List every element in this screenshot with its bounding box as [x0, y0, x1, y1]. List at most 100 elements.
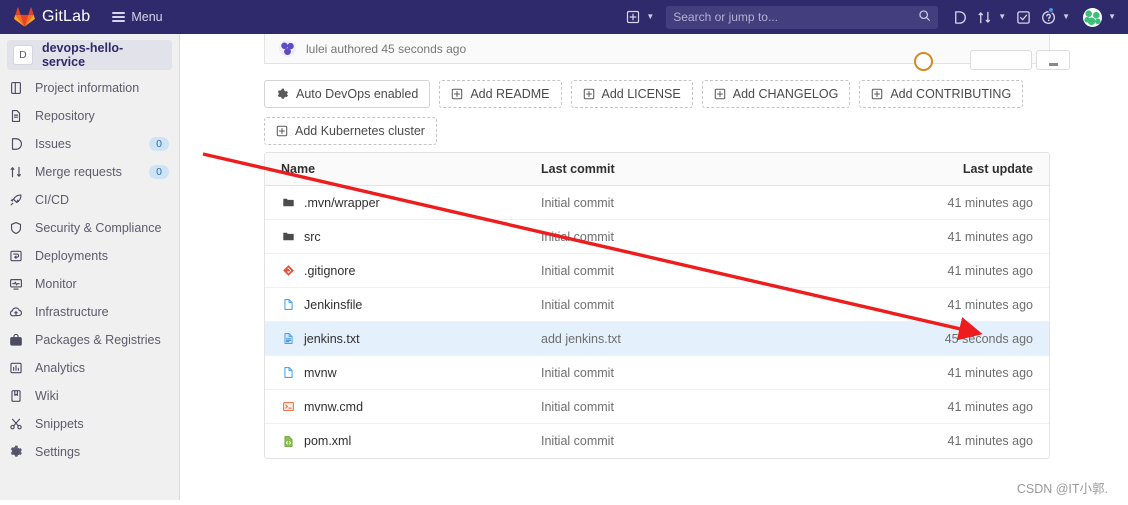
file-name-cell[interactable]: mvnw — [265, 366, 541, 380]
add-kubernetes-cluster-button[interactable]: Add Kubernetes cluster — [264, 117, 437, 145]
sidebar-label: Repository — [35, 109, 95, 123]
sidebar-item-infrastructure[interactable]: Infrastructure — [0, 298, 179, 326]
add-changelog-button[interactable]: Add CHANGELOG — [701, 80, 851, 108]
last-commit-cell[interactable]: Initial commit — [541, 366, 859, 380]
last-commit-cell[interactable]: add jenkins.txt — [541, 332, 859, 346]
last-commit-cell[interactable]: Initial commit — [541, 434, 859, 448]
file-name-cell[interactable]: mvnw.cmd — [265, 400, 541, 414]
action-label: Add LICENSE — [601, 87, 681, 101]
new-item-plus-button[interactable] — [621, 0, 640, 34]
table-row[interactable]: .mvn/wrapper Initial commit 41 minutes a… — [265, 186, 1049, 220]
todos-button[interactable] — [1011, 0, 1036, 34]
table-row[interactable]: Jenkinsfile Initial commit 41 minutes ag… — [265, 288, 1049, 322]
terminal-file-icon — [281, 400, 295, 413]
last-commit-cell[interactable]: Initial commit — [541, 400, 859, 414]
global-search-box[interactable] — [666, 5, 939, 29]
gitlab-tanuki-logo — [14, 7, 35, 27]
last-commit-cell[interactable]: Initial commit — [541, 196, 859, 210]
last-update-cell: 41 minutes ago — [947, 297, 1033, 312]
sidebar-label: Snippets — [35, 417, 84, 431]
git-file-icon — [281, 264, 295, 277]
file-name-cell[interactable]: src — [265, 230, 541, 244]
action-label: Add CHANGELOG — [732, 87, 839, 101]
file-name-cell[interactable]: .gitignore — [265, 264, 541, 278]
auto-devops-enabled-button[interactable]: Auto DevOps enabled — [264, 80, 431, 108]
table-row[interactable]: mvnw.cmd Initial commit 41 minutes ago — [265, 390, 1049, 424]
monitor-icon — [9, 277, 26, 291]
sidebar-label: Deployments — [35, 249, 108, 263]
main-menu-button[interactable]: Menu — [112, 10, 163, 25]
sidebar-item-analytics[interactable]: Analytics — [0, 354, 179, 382]
sidebar-project-header[interactable]: D devops-hello-service — [7, 40, 172, 70]
watermark-text: CSDN @IT小郭. — [1016, 482, 1108, 496]
file-name: Jenkinsfile — [304, 297, 363, 312]
sidebar-label: Packages & Registries — [35, 333, 161, 347]
project-information-icon — [9, 81, 26, 95]
gitlab-brand[interactable]: GitLab — [14, 7, 90, 27]
sidebar-item-settings[interactable]: Settings — [0, 438, 179, 466]
table-row[interactable]: jenkins.txt add jenkins.txt 45 seconds a… — [265, 322, 1049, 356]
analytics-chart-icon — [9, 361, 26, 375]
commit-author-avatar — [279, 40, 296, 57]
file-name-cell[interactable]: jenkins.txt — [265, 332, 541, 346]
project-avatar: D — [13, 45, 33, 65]
sidebar-item-wiki[interactable]: Wiki — [0, 382, 179, 410]
table-row[interactable]: src Initial commit 41 minutes ago — [265, 220, 1049, 254]
file-name: src — [304, 229, 321, 244]
clone-button[interactable] — [970, 50, 1032, 70]
add-contributing-button[interactable]: Add CONTRIBUTING — [859, 80, 1024, 108]
sidebar-item-monitor[interactable]: Monitor — [0, 270, 179, 298]
sidebar-item-snippets[interactable]: Snippets — [0, 410, 179, 438]
sidebar-item-deployments[interactable]: Deployments — [0, 242, 179, 270]
header-name: Name — [281, 162, 316, 176]
pipeline-running-icon[interactable] — [914, 52, 933, 71]
merge-requests-button[interactable] — [972, 0, 992, 34]
sidebar-item-packages-registries[interactable]: Packages & Registries — [0, 326, 179, 354]
main-content-area: lulei authored 45 seconds ago Auto DevOp… — [180, 34, 1128, 505]
project-name-label: devops-hello-service — [41, 41, 124, 69]
search-input[interactable] — [673, 10, 919, 24]
cloud-infrastructure-icon — [9, 305, 26, 319]
last-commit-cell[interactable]: Initial commit — [541, 298, 859, 312]
sidebar-label: Wiki — [35, 389, 59, 403]
repository-file-table: Name Last commit Last update .mvn/wrappe… — [264, 152, 1050, 459]
add-license-button[interactable]: Add LICENSE — [570, 80, 693, 108]
help-chevron[interactable]: ▼ — [1056, 0, 1075, 34]
sidebar-item-ci-cd[interactable]: CI/CD — [0, 186, 179, 214]
gear-icon — [276, 88, 289, 101]
last-commit-cell[interactable]: Initial commit — [541, 264, 859, 278]
sidebar-label: CI/CD — [35, 193, 70, 207]
deployments-icon — [9, 249, 26, 263]
file-name-cell[interactable]: pom.xml — [265, 434, 541, 448]
issues-button[interactable] — [947, 0, 972, 34]
table-row[interactable]: .gitignore Initial commit 41 minutes ago — [265, 254, 1049, 288]
file-name: jenkins.txt — [304, 331, 360, 346]
merge-requests-chevron[interactable]: ▼ — [992, 0, 1011, 34]
sidebar-label: Security & Compliance — [35, 221, 162, 235]
file-name-cell[interactable]: .mvn/wrapper — [265, 196, 541, 210]
sidebar-item-issues[interactable]: Issues 0 — [0, 130, 179, 158]
table-row[interactable]: pom.xml Initial commit 41 minutes ago — [265, 424, 1049, 458]
sidebar-item-repository[interactable]: Repository — [0, 102, 179, 130]
user-menu-chevron[interactable]: ▼ — [1102, 0, 1128, 34]
help-button[interactable] — [1036, 0, 1056, 34]
file-blank-icon — [281, 298, 295, 311]
more-actions-button[interactable] — [1036, 50, 1070, 70]
sidebar-item-merge-requests[interactable]: Merge requests 0 — [0, 158, 179, 186]
table-row[interactable]: mvnw Initial commit 41 minutes ago — [265, 356, 1049, 390]
sidebar-item-security-compliance[interactable]: Security & Compliance — [0, 214, 179, 242]
repository-action-button-group — [970, 50, 1070, 70]
sidebar-label: Infrastructure — [35, 305, 109, 319]
chevron-down-icon: ▼ — [1062, 12, 1071, 21]
plus-square-icon — [871, 88, 883, 100]
file-name: .mvn/wrapper — [304, 195, 380, 210]
add-readme-button[interactable]: Add README — [439, 80, 562, 108]
rocket-icon — [9, 193, 26, 207]
sidebar-item-project-information[interactable]: Project information — [0, 74, 179, 102]
last-commit-cell[interactable]: Initial commit — [541, 230, 859, 244]
user-menu-button[interactable] — [1075, 0, 1103, 34]
file-name-cell[interactable]: Jenkinsfile — [265, 298, 541, 312]
hamburger-menu-icon — [112, 10, 126, 25]
file-name: mvnw — [304, 365, 337, 380]
new-item-chevron[interactable]: ▼ — [640, 0, 659, 34]
